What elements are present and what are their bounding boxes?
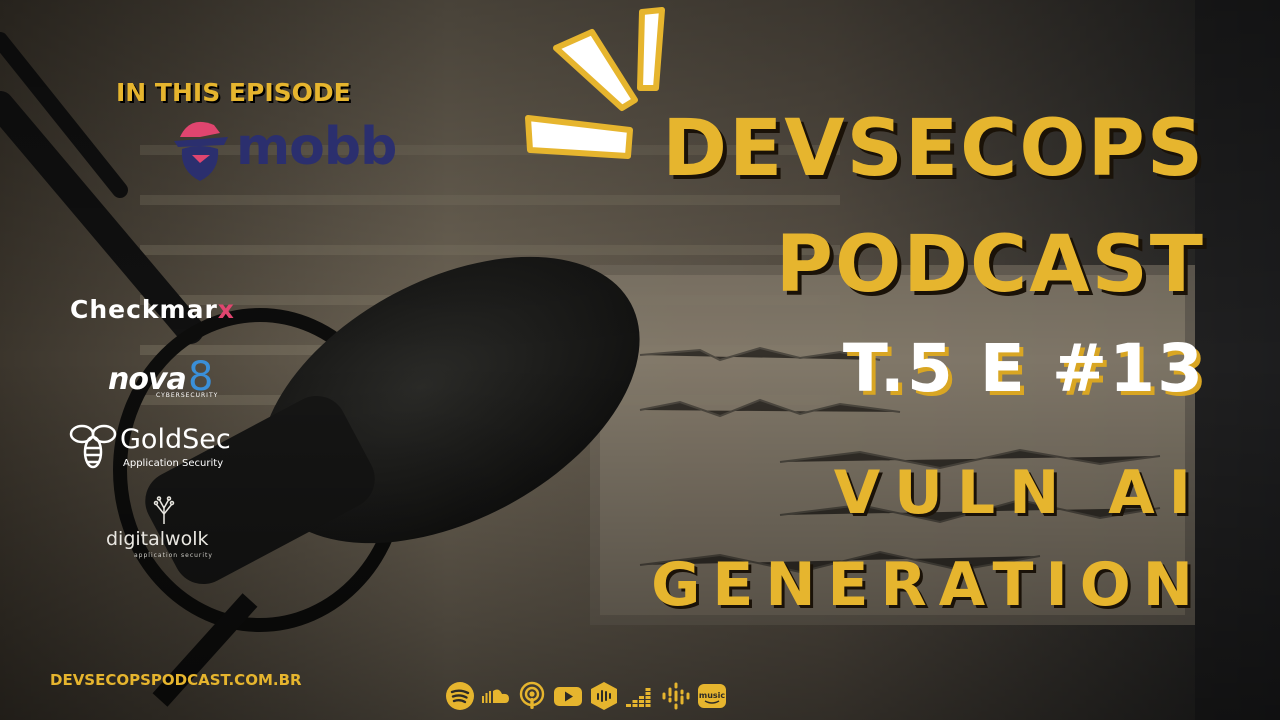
youtube-icon[interactable] xyxy=(550,678,586,714)
amazon-music-icon[interactable]: music xyxy=(694,678,730,714)
castbox-icon[interactable] xyxy=(586,678,622,714)
podcast-title-line2: PODCAST xyxy=(775,220,1205,310)
amazon-music-label: music xyxy=(699,691,726,700)
apple-podcasts-icon[interactable] xyxy=(514,678,550,714)
soundcloud-icon[interactable] xyxy=(478,678,514,714)
google-podcasts-icon[interactable] xyxy=(658,678,694,714)
digitalwolk-tree-icon xyxy=(153,496,175,524)
digitalwolk-logo: digitalwolk application security xyxy=(106,528,212,559)
nova8-subtitle: CYBERSECURITY xyxy=(156,392,219,399)
deezer-icon[interactable] xyxy=(622,678,658,714)
episode-topic-line2: GENERATION xyxy=(651,550,1205,620)
digitalwolk-subtitle: application security xyxy=(134,552,213,559)
nova8-logo: nova 8 CYBERSECURITY xyxy=(108,354,217,400)
website-link[interactable]: DEVSECOPSPODCAST.COM.BR xyxy=(50,671,302,689)
digitalwolk-wordmark: digitalwolk xyxy=(106,528,209,550)
episode-label: IN THIS EPISODE xyxy=(116,78,351,107)
mobb-wordmark: mobb xyxy=(236,117,397,177)
goldsec-wordmark: GoldSec xyxy=(120,424,231,455)
mobb-mascot-icon xyxy=(174,121,228,181)
podcast-title-line1: DEVSECOPS xyxy=(662,104,1205,194)
checkmarx-wordmark: Checkmar xyxy=(70,295,218,324)
checkmarx-x-mark: x xyxy=(217,295,235,324)
platform-icons: music xyxy=(442,678,730,714)
mobb-logo: mobb xyxy=(170,115,400,185)
goldsec-subtitle: Application Security xyxy=(123,458,224,469)
goldsec-bee-icon xyxy=(69,424,117,469)
checkmarx-logo: Checkmarx xyxy=(70,295,235,324)
spotify-icon[interactable] xyxy=(442,678,478,714)
burst-decoration xyxy=(525,7,665,159)
goldsec-logo: GoldSec Application Security xyxy=(120,424,231,469)
episode-topic-line1: VULN AI xyxy=(833,458,1205,528)
episode-number: T.5 E #13 xyxy=(842,330,1205,407)
